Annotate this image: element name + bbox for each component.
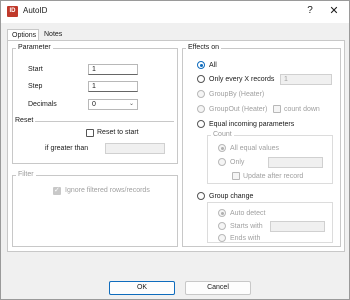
- only-every-label: Only every X records: [209, 76, 275, 83]
- groupby-radio[interactable]: [197, 90, 205, 98]
- ignore-filtered-label: Ignore filtered rows/records: [65, 187, 150, 194]
- groupout-radio[interactable]: [197, 105, 205, 113]
- starts-with-label: Starts with: [230, 223, 263, 230]
- all-label: All: [209, 62, 217, 69]
- reset-group-title: Reset: [13, 117, 36, 125]
- filter-group-title: Filter: [16, 171, 36, 179]
- equal-incoming-label: Equal incoming parameters: [209, 121, 295, 128]
- start-label: Start: [28, 66, 43, 73]
- window-title: AutoID: [23, 6, 48, 15]
- all-radio[interactable]: [197, 61, 205, 69]
- effects-group: Effects on All Only every X records 1 Gr…: [182, 44, 341, 247]
- cancel-button[interactable]: Cancel: [185, 281, 251, 295]
- chevron-down-icon: ⌄: [128, 101, 134, 107]
- group-change-radio[interactable]: [197, 192, 205, 200]
- update-after-checkbox[interactable]: [232, 172, 240, 180]
- decimals-select[interactable]: 0 ⌄: [88, 99, 138, 110]
- count-down-label: count down: [284, 106, 320, 113]
- all-equal-label: All equal values: [230, 145, 280, 152]
- app-icon: ID: [7, 6, 18, 17]
- close-icon[interactable]: ✕: [327, 4, 341, 18]
- step-label: Step: [28, 83, 43, 90]
- decimals-label: Decimals: [28, 101, 57, 108]
- starts-with-field[interactable]: [270, 221, 325, 232]
- groupby-label: GroupBy (Heater): [209, 91, 265, 98]
- only-every-radio[interactable]: [197, 75, 205, 83]
- count-down-checkbox[interactable]: [273, 105, 281, 113]
- reset-to-start-label: Reset to start: [97, 129, 139, 136]
- auto-detect-radio[interactable]: [218, 209, 226, 217]
- effects-group-title: Effects on: [186, 44, 222, 52]
- if-greater-than-label: if greater than: [45, 145, 89, 152]
- group-change-box: Auto detect Starts with Ends with: [207, 202, 333, 243]
- starts-with-radio[interactable]: [218, 222, 226, 230]
- decimals-value: 0: [92, 101, 96, 108]
- only-label: Only: [230, 159, 245, 166]
- equal-incoming-radio[interactable]: [197, 120, 205, 128]
- only-radio[interactable]: [218, 158, 226, 166]
- update-after-label: Update after record: [243, 173, 304, 180]
- ends-with-label: Ends with: [230, 235, 261, 242]
- step-field[interactable]: 1: [88, 81, 138, 92]
- autoid-dialog: ID AutoID ? ✕ Options Notes Parameter St…: [0, 0, 350, 300]
- parameter-group: Parameter Start 1 Step 1 Decimals 0 ⌄ Re…: [12, 44, 178, 164]
- options-panel: Parameter Start 1 Step 1 Decimals 0 ⌄ Re…: [7, 40, 345, 252]
- only-field[interactable]: [268, 157, 323, 168]
- ok-button[interactable]: OK: [109, 281, 175, 295]
- ends-with-radio[interactable]: [218, 234, 226, 242]
- count-group: Count All equal values Only Update after…: [207, 131, 333, 184]
- reset-group: Reset Reset to start if greater than: [13, 117, 174, 157]
- reset-to-start-checkbox[interactable]: [86, 129, 94, 137]
- title-bar: ID AutoID ? ✕: [1, 1, 349, 23]
- parameter-group-title: Parameter: [16, 44, 53, 52]
- if-greater-than-field[interactable]: [105, 143, 165, 154]
- all-equal-radio[interactable]: [218, 144, 226, 152]
- count-group-title: Count: [211, 131, 234, 139]
- help-icon[interactable]: ?: [303, 4, 317, 18]
- start-field[interactable]: 1: [88, 64, 138, 75]
- groupout-label: GroupOut (Heater): [209, 106, 268, 113]
- ignore-filtered-checkbox[interactable]: [53, 186, 61, 195]
- only-every-field[interactable]: 1: [280, 74, 332, 85]
- filter-group: Filter Ignore filtered rows/records: [12, 171, 178, 247]
- auto-detect-label: Auto detect: [230, 210, 266, 217]
- group-change-label: Group change: [209, 193, 254, 200]
